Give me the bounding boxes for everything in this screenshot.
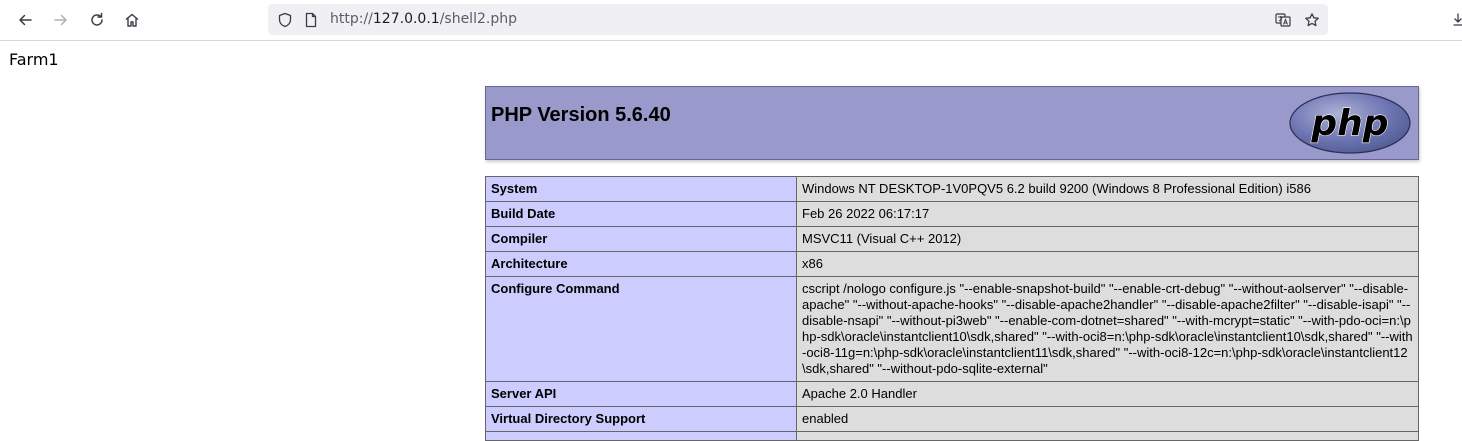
table-row: Compiler MSVC11 (Visual C++ 2012) bbox=[485, 226, 1419, 252]
browser-toolbar: http://127.0.0.1/shell2.php bbox=[0, 0, 1462, 41]
row-key bbox=[485, 431, 797, 441]
row-key: Server API bbox=[485, 381, 797, 407]
reload-button[interactable] bbox=[85, 8, 109, 32]
downloads-icon[interactable] bbox=[1452, 12, 1462, 28]
bookmark-star-icon[interactable] bbox=[1303, 11, 1321, 29]
phpinfo-container: PHP Version 5.6.40 php System Windows NT … bbox=[485, 86, 1419, 441]
row-value: cscript /nologo configure.js "--enable-s… bbox=[796, 276, 1419, 382]
url-text[interactable]: http://127.0.0.1/shell2.php bbox=[330, 11, 517, 27]
page-info-icon[interactable] bbox=[302, 11, 320, 29]
shield-icon[interactable] bbox=[276, 11, 294, 29]
address-bar[interactable]: http://127.0.0.1/shell2.php bbox=[268, 4, 1328, 35]
back-button[interactable] bbox=[13, 8, 37, 32]
php-version-header: PHP Version 5.6.40 php bbox=[485, 86, 1419, 160]
row-key: Architecture bbox=[485, 251, 797, 277]
page-title: PHP Version 5.6.40 bbox=[491, 104, 671, 126]
row-value: x86 bbox=[796, 251, 1419, 277]
home-icon bbox=[125, 13, 139, 27]
row-value: Apache 2.0 Handler bbox=[796, 381, 1419, 407]
table-row: Virtual Directory Support enabled bbox=[485, 406, 1419, 432]
home-button[interactable] bbox=[120, 8, 144, 32]
row-value: Feb 26 2022 06:17:17 bbox=[796, 201, 1419, 227]
forward-arrow-icon bbox=[54, 14, 67, 26]
row-value: Windows NT DESKTOP-1V0PQV5 6.2 build 920… bbox=[796, 176, 1419, 202]
table-row: Configure Command cscript /nologo configu… bbox=[485, 276, 1419, 382]
table-row: Architecture x86 bbox=[485, 251, 1419, 277]
row-key: System bbox=[485, 176, 797, 202]
forward-button[interactable] bbox=[49, 8, 73, 32]
row-key: Build Date bbox=[485, 201, 797, 227]
svg-text:php: php bbox=[1310, 103, 1388, 144]
back-arrow-icon bbox=[19, 14, 32, 26]
phpinfo-table: System Windows NT DESKTOP-1V0PQV5 6.2 bui… bbox=[485, 176, 1419, 441]
php-logo-icon[interactable]: php bbox=[1288, 91, 1412, 155]
reload-icon bbox=[91, 12, 103, 26]
table-row: Server API Apache 2.0 Handler bbox=[485, 381, 1419, 407]
row-key: Virtual Directory Support bbox=[485, 406, 797, 432]
row-value bbox=[796, 431, 1419, 441]
farm-label: Farm1 bbox=[9, 50, 59, 69]
table-row: System Windows NT DESKTOP-1V0PQV5 6.2 bui… bbox=[485, 176, 1419, 202]
row-key: Compiler bbox=[485, 226, 797, 252]
url-path: /shell2.php bbox=[439, 11, 517, 27]
row-key: Configure Command bbox=[485, 276, 797, 382]
row-value: enabled bbox=[796, 406, 1419, 432]
row-value: MSVC11 (Visual C++ 2012) bbox=[796, 226, 1419, 252]
url-prefix: http:// bbox=[330, 11, 373, 27]
table-row bbox=[485, 431, 1419, 441]
table-row: Build Date Feb 26 2022 06:17:17 bbox=[485, 201, 1419, 227]
url-host: 127.0.0.1 bbox=[372, 11, 440, 27]
translate-icon[interactable] bbox=[1274, 11, 1292, 29]
